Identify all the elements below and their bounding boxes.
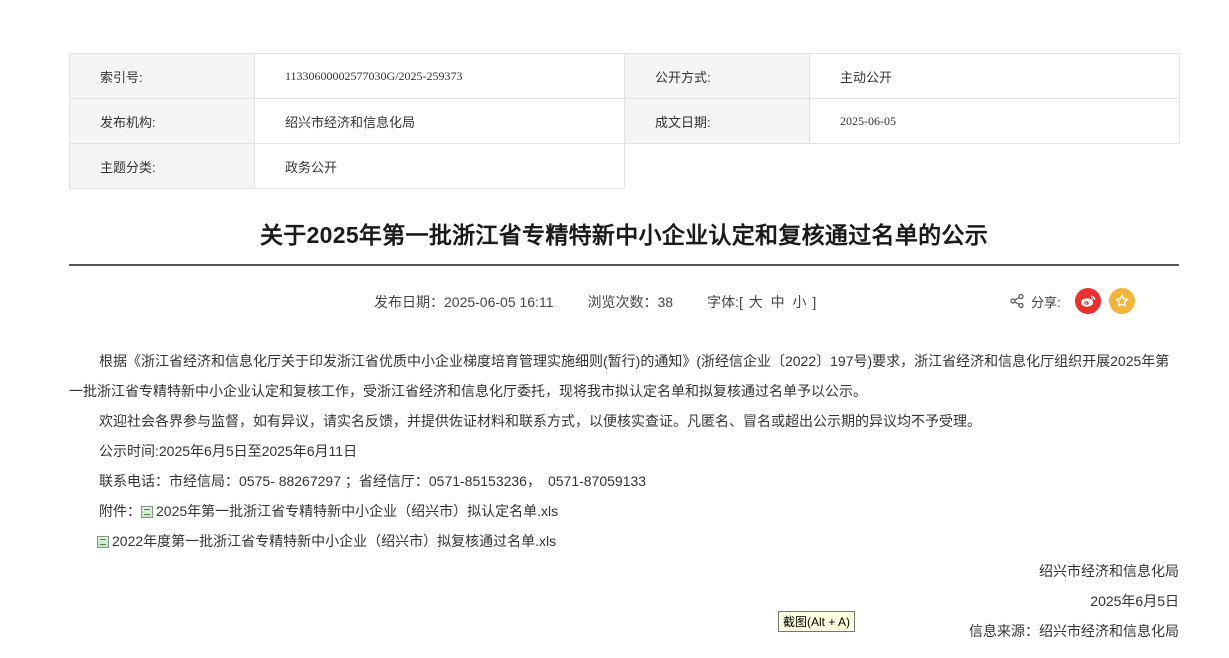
font-large-button[interactable]: 大 (747, 292, 765, 312)
publisher-value: 绍兴市经济和信息化局 (254, 98, 625, 144)
screenshot-tooltip: 截图(Alt + A) (778, 611, 856, 632)
article-title: 关于2025年第一批浙江省专精特新中小企业认定和复核通过名单的公示 (259, 222, 989, 248)
publisher-label: 发布机构: (69, 98, 255, 144)
star-icon (1115, 294, 1129, 307)
created-date-label: 成文日期: (624, 98, 810, 144)
body-paragraph: 根据《浙江省经济和信息化厅关于印发浙江省优质中小企业梯度培育管理实施细则(暂行)… (69, 353, 1170, 399)
metadata-row: 索引号: 11330600002577030G/2025-259373 公开方式… (69, 53, 1180, 99)
attachment-2-label: 2022年度第一批浙江省专精特新中小企业（绍兴市）拟复核通过名单.xls (112, 533, 557, 549)
disclosure-value: 主动公开 (809, 53, 1180, 99)
body-paragraph: 联系电话：市经信局：0575- 88267297 ；省经信厅：0571-8515… (99, 473, 647, 489)
font-size-control: 字体:[ 大 中 小 ] (707, 292, 816, 312)
weibo-icon (1080, 295, 1095, 307)
article-body: 根据《浙江省经济和信息化厅关于印发浙江省优质中小企业梯度培育管理实施细则(暂行)… (69, 346, 1179, 556)
view-count: 浏览次数：38 (587, 294, 674, 310)
weibo-share-button[interactable] (1074, 288, 1101, 314)
attachment-line: 附件： 2025年第一批浙江省专精特新中小企业（绍兴市）拟认定名单.xls (69, 496, 1179, 526)
topic-label: 主题分类: (69, 143, 255, 189)
metadata-table: 索引号: 11330600002577030G/2025-259373 公开方式… (69, 53, 1180, 189)
metadata-row: 主题分类: 政务公开 (69, 143, 1180, 189)
created-date-value: 2025-06-05 (809, 98, 1180, 144)
xls-file-icon (97, 536, 109, 548)
title-divider (69, 264, 1179, 266)
article-info-bar: 发布日期：2025-06-05 16:11 浏览次数：38 字体:[ 大 中 小 ] (374, 292, 816, 312)
body-paragraph: 欢迎社会各界参与监督，如有异议，请实名反馈，并提供佐证材料和联系方式，以便核实查… (99, 413, 981, 429)
favorite-button[interactable] (1108, 288, 1135, 314)
attachment-link-2[interactable]: 2022年度第一批浙江省专精特新中小企业（绍兴市）拟复核通过名单.xls (97, 533, 556, 549)
signature-org: 绍兴市经济和信息化局 (1039, 563, 1179, 579)
attachment-label: 附件： (99, 503, 141, 519)
empty-cell (625, 144, 1180, 189)
metadata-row: 发布机构: 绍兴市经济和信息化局 成文日期: 2025-06-05 (69, 98, 1180, 144)
xls-file-icon (141, 506, 153, 518)
index-no-value: 11330600002577030G/2025-259373 (254, 53, 625, 99)
disclosure-label: 公开方式: (624, 53, 810, 99)
font-small-button[interactable]: 小 (791, 292, 809, 312)
body-paragraph: 公示时间:2025年6月5日至2025年6月11日 (99, 443, 358, 459)
attachment-line: 2022年度第一批浙江省专精特新中小企业（绍兴市）拟复核通过名单.xls (69, 526, 1179, 556)
signature-date: 2025年6月5日 (1090, 593, 1179, 609)
font-size-label: 字体:[ (707, 294, 743, 310)
index-no-label: 索引号: (69, 53, 255, 99)
attachment-1-label: 2025年第一批浙江省专精特新中小企业（绍兴市）拟认定名单.xls (156, 503, 559, 519)
info-source: 信息来源：绍兴市经济和信息化局 (969, 623, 1179, 639)
share-bar: 分享: (1009, 288, 1135, 314)
share-icon (1010, 293, 1024, 309)
attachment-link-1[interactable]: 2025年第一批浙江省专精特新中小企业（绍兴市）拟认定名单.xls (141, 503, 558, 519)
font-medium-button[interactable]: 中 (769, 292, 787, 312)
share-label: 分享: (1031, 294, 1061, 310)
font-size-end: ] (812, 294, 817, 310)
topic-value: 政务公开 (254, 143, 625, 189)
publish-date: 发布日期：2025-06-05 16:11 (374, 294, 554, 310)
